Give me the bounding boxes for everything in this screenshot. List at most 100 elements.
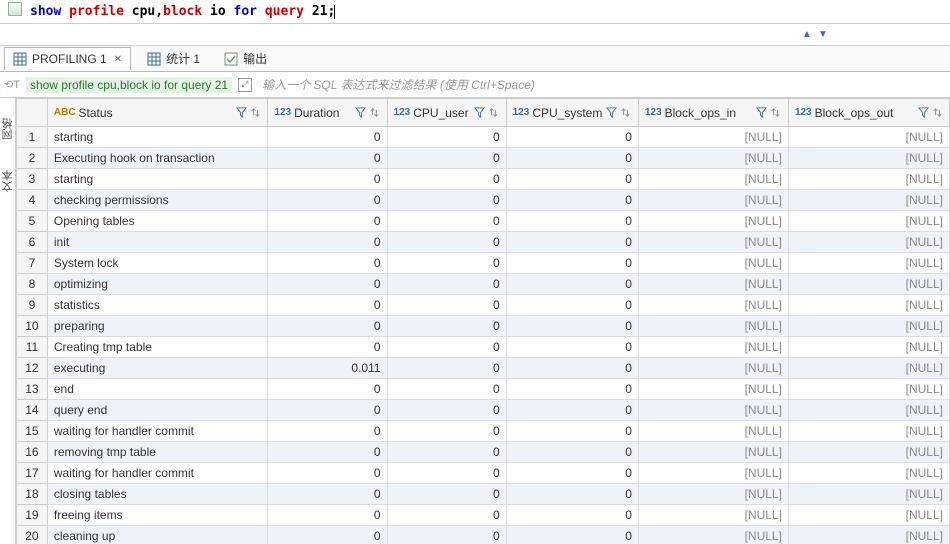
cell-block-ops-in[interactable]: [NULL]: [638, 232, 788, 253]
cell-block-ops-in[interactable]: [NULL]: [638, 295, 788, 316]
table-row[interactable]: 1starting000[NULL][NULL]: [17, 127, 950, 148]
close-icon[interactable]: ✕: [114, 54, 122, 65]
cell-block-ops-out[interactable]: [NULL]: [788, 379, 949, 400]
cell-block-ops-in[interactable]: [NULL]: [638, 379, 788, 400]
cell-cpu-system[interactable]: 0: [506, 484, 638, 505]
cell-status[interactable]: starting: [47, 169, 268, 190]
sort-icon[interactable]: [488, 107, 500, 119]
cell-block-ops-out[interactable]: [NULL]: [788, 253, 949, 274]
table-row[interactable]: 18closing tables000[NULL][NULL]: [17, 484, 950, 505]
cell-status[interactable]: statistics: [47, 295, 268, 316]
gutter-grid-label[interactable]: 网格: [0, 118, 16, 140]
cell-status[interactable]: preparing: [47, 316, 268, 337]
row-number[interactable]: 4: [17, 190, 48, 211]
cell-cpu-user[interactable]: 0: [387, 211, 506, 232]
row-number[interactable]: 13: [17, 379, 48, 400]
cell-duration[interactable]: 0: [268, 148, 387, 169]
row-number[interactable]: 7: [17, 253, 48, 274]
cell-block-ops-in[interactable]: [NULL]: [638, 358, 788, 379]
cell-cpu-user[interactable]: 0: [387, 505, 506, 526]
cell-block-ops-in[interactable]: [NULL]: [638, 148, 788, 169]
cell-block-ops-out[interactable]: [NULL]: [788, 190, 949, 211]
cell-duration[interactable]: 0: [268, 442, 387, 463]
row-number[interactable]: 18: [17, 484, 48, 505]
row-number[interactable]: 12: [17, 358, 48, 379]
col-header-cpu_system[interactable]: 123CPU_system: [506, 99, 638, 127]
cell-cpu-system[interactable]: 0: [506, 526, 638, 544]
cell-status[interactable]: end: [47, 379, 268, 400]
cell-cpu-user[interactable]: 0: [387, 253, 506, 274]
cell-cpu-system[interactable]: 0: [506, 421, 638, 442]
cell-block-ops-out[interactable]: [NULL]: [788, 505, 949, 526]
table-row[interactable]: 12executing0.01100[NULL][NULL]: [17, 358, 950, 379]
cell-block-ops-out[interactable]: [NULL]: [788, 526, 949, 544]
col-header-status[interactable]: ABCStatus: [47, 99, 268, 127]
row-number[interactable]: 14: [17, 400, 48, 421]
cell-block-ops-out[interactable]: [NULL]: [788, 358, 949, 379]
row-number[interactable]: 19: [17, 505, 48, 526]
table-row[interactable]: 2Executing hook on transaction000[NULL][…: [17, 148, 950, 169]
filter-icon[interactable]: [355, 107, 367, 119]
row-number[interactable]: 17: [17, 463, 48, 484]
table-row[interactable]: 4checking permissions000[NULL][NULL]: [17, 190, 950, 211]
panel-down-icon[interactable]: ▼: [816, 27, 830, 41]
cell-cpu-user[interactable]: 0: [387, 484, 506, 505]
cell-status[interactable]: init: [47, 232, 268, 253]
filter-icon[interactable]: [917, 107, 929, 119]
cell-status[interactable]: Creating tmp table: [47, 337, 268, 358]
tab-输出[interactable]: 输出: [216, 46, 275, 71]
row-number[interactable]: 9: [17, 295, 48, 316]
cell-status[interactable]: System lock: [47, 253, 268, 274]
cell-block-ops-in[interactable]: [NULL]: [638, 190, 788, 211]
cell-block-ops-out[interactable]: [NULL]: [788, 232, 949, 253]
cell-cpu-system[interactable]: 0: [506, 190, 638, 211]
row-number[interactable]: 5: [17, 211, 48, 232]
cell-block-ops-out[interactable]: [NULL]: [788, 148, 949, 169]
cell-cpu-system[interactable]: 0: [506, 337, 638, 358]
cell-status[interactable]: waiting for handler commit: [47, 463, 268, 484]
row-number[interactable]: 8: [17, 274, 48, 295]
table-row[interactable]: 3starting000[NULL][NULL]: [17, 169, 950, 190]
cell-status[interactable]: closing tables: [47, 484, 268, 505]
cell-duration[interactable]: 0: [268, 169, 387, 190]
cell-cpu-user[interactable]: 0: [387, 442, 506, 463]
cell-block-ops-in[interactable]: [NULL]: [638, 526, 788, 544]
cell-cpu-user[interactable]: 0: [387, 127, 506, 148]
cell-block-ops-out[interactable]: [NULL]: [788, 295, 949, 316]
row-number[interactable]: 1: [17, 127, 48, 148]
cell-cpu-user[interactable]: 0: [387, 316, 506, 337]
cell-status[interactable]: starting: [47, 127, 268, 148]
results-table-wrap[interactable]: ABCStatus123Duration123CPU_user123CPU_sy…: [16, 98, 950, 544]
cell-block-ops-out[interactable]: [NULL]: [788, 484, 949, 505]
cell-cpu-user[interactable]: 0: [387, 169, 506, 190]
table-row[interactable]: 14query end000[NULL][NULL]: [17, 400, 950, 421]
row-number[interactable]: 11: [17, 337, 48, 358]
cell-block-ops-in[interactable]: [NULL]: [638, 274, 788, 295]
cell-block-ops-in[interactable]: [NULL]: [638, 442, 788, 463]
tab-profiling-1[interactable]: PROFILING 1✕: [4, 47, 131, 71]
sort-icon[interactable]: [620, 107, 632, 119]
cell-block-ops-in[interactable]: [NULL]: [638, 253, 788, 274]
cell-cpu-user[interactable]: 0: [387, 463, 506, 484]
cell-duration[interactable]: 0: [268, 463, 387, 484]
cell-cpu-system[interactable]: 0: [506, 211, 638, 232]
cell-cpu-system[interactable]: 0: [506, 148, 638, 169]
cell-block-ops-out[interactable]: [NULL]: [788, 169, 949, 190]
tab-统计-1[interactable]: 统计 1: [139, 46, 208, 71]
cell-block-ops-out[interactable]: [NULL]: [788, 211, 949, 232]
row-number[interactable]: 16: [17, 442, 48, 463]
sort-icon[interactable]: [770, 107, 782, 119]
table-row[interactable]: 16removing tmp table000[NULL][NULL]: [17, 442, 950, 463]
cell-block-ops-out[interactable]: [NULL]: [788, 337, 949, 358]
cell-cpu-system[interactable]: 0: [506, 316, 638, 337]
cell-cpu-system[interactable]: 0: [506, 232, 638, 253]
table-row[interactable]: 6init000[NULL][NULL]: [17, 232, 950, 253]
cell-status[interactable]: checking permissions: [47, 190, 268, 211]
cell-duration[interactable]: 0: [268, 379, 387, 400]
cell-block-ops-in[interactable]: [NULL]: [638, 463, 788, 484]
cell-block-ops-out[interactable]: [NULL]: [788, 127, 949, 148]
cell-cpu-user[interactable]: 0: [387, 379, 506, 400]
expand-icon[interactable]: ⤢: [238, 78, 252, 92]
cell-cpu-user[interactable]: 0: [387, 274, 506, 295]
cell-duration[interactable]: 0: [268, 211, 387, 232]
